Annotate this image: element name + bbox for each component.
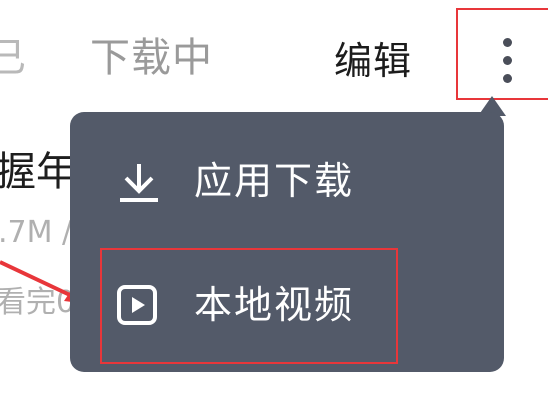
menu-item-label: 应用下载 [194,159,355,203]
edit-button[interactable]: 编辑 [334,42,412,80]
annotation-highlight-box [100,248,398,364]
menu-item-app-download[interactable]: 应用下载 [70,124,504,234]
download-icon [120,164,158,202]
more-button[interactable] [456,8,548,100]
